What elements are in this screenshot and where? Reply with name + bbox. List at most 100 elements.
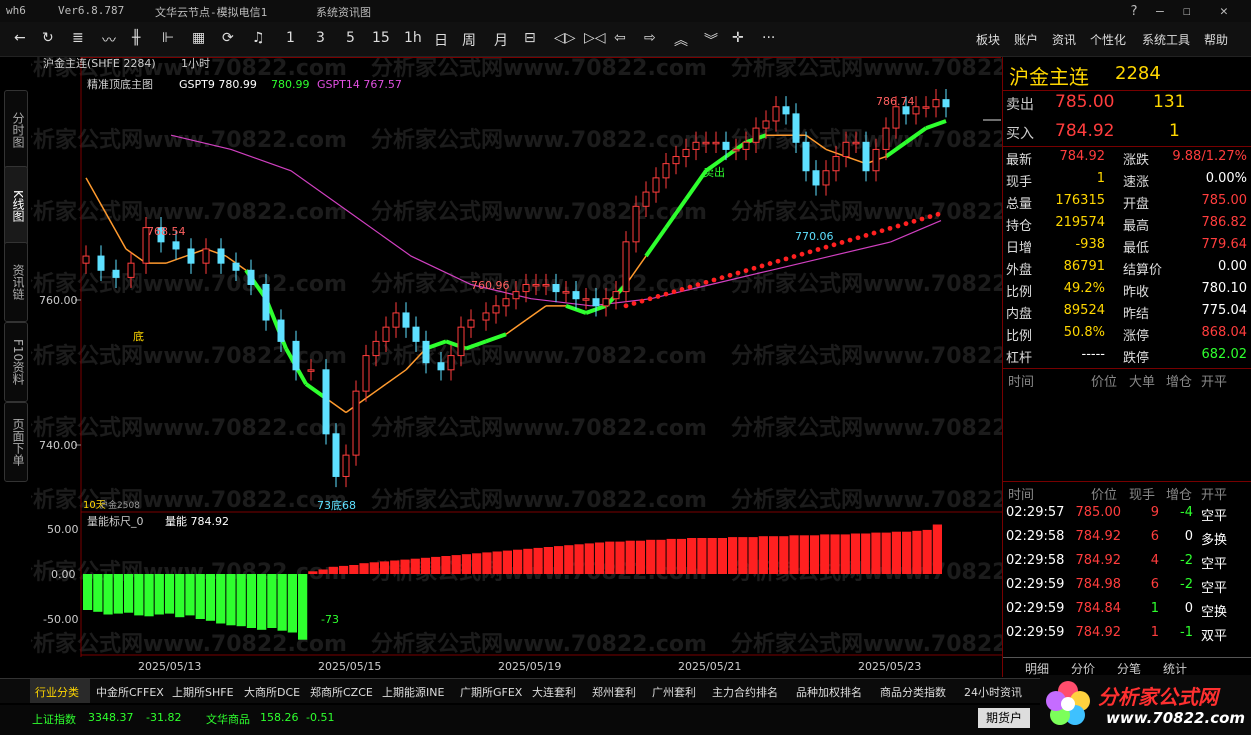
dot bbox=[775, 258, 781, 264]
cat-9[interactable]: 广州套利 bbox=[652, 684, 696, 700]
candle-body bbox=[742, 141, 750, 150]
candle-body bbox=[352, 390, 360, 456]
cat-0[interactable]: 行业分类 bbox=[35, 684, 79, 700]
more-icon[interactable]: ··· bbox=[762, 30, 775, 46]
kline-chart[interactable]: 分析家公式网www.70822.com 分析家公式网www.70822.com 分析… bbox=[11, 55, 1067, 657]
tick-cell: 6 bbox=[1150, 577, 1159, 592]
quote-label: 开盘 bbox=[1123, 197, 1150, 212]
left-arrow-icon[interactable]: ⇦ bbox=[614, 30, 626, 46]
tick-row[interactable]: 02:29:59 784.84 1 0 空换 bbox=[1003, 601, 1251, 623]
status-bar: 上证指数 3348.37 -31.82 文华商品 158.26 -0.51 期货… bbox=[0, 675, 1251, 735]
crosshair-icon[interactable]: ✛ bbox=[732, 30, 744, 46]
menu-news[interactable]: 资讯 bbox=[1052, 31, 1076, 48]
server-node[interactable]: 文华云节点-模拟电信1 bbox=[155, 4, 267, 20]
help-icon[interactable]: ? bbox=[1130, 4, 1138, 19]
dot bbox=[839, 240, 845, 245]
candle-body bbox=[322, 369, 330, 435]
volume-bar bbox=[809, 535, 820, 574]
futures-account-button[interactable]: 期货户 bbox=[978, 708, 1030, 728]
price-tick-740: 740.00 bbox=[39, 439, 78, 452]
tick-cell: 1 bbox=[1150, 601, 1159, 616]
cat-1[interactable]: 中金所CFFEX bbox=[96, 684, 164, 700]
candle-body bbox=[502, 298, 510, 307]
menu-help[interactable]: 帮助 bbox=[1204, 31, 1228, 48]
cat-12[interactable]: 商品分类指数 bbox=[880, 684, 946, 700]
tab-news[interactable]: 资讯链 bbox=[4, 242, 28, 322]
line-chart-icon[interactable]: 〰 bbox=[102, 30, 116, 50]
minimize-icon[interactable]: — bbox=[1156, 4, 1164, 19]
maximize-icon[interactable]: ☐ bbox=[1183, 4, 1191, 19]
tick-cell: 多换 bbox=[1201, 533, 1228, 548]
tick-cell: 双平 bbox=[1201, 629, 1228, 644]
title-bar: wh6 Ver6.8.787 文华云节点-模拟电信1 系统资讯图 ? — ☐ ✕ bbox=[0, 0, 1251, 22]
news-link[interactable]: 系统资讯图 bbox=[316, 4, 371, 20]
close-icon[interactable]: ✕ bbox=[1220, 4, 1228, 19]
tick-row[interactable]: 02:29:57 785.00 9 -4 空平 bbox=[1003, 505, 1251, 527]
period-1[interactable]: 1 bbox=[286, 30, 295, 46]
candle-body bbox=[307, 369, 315, 372]
quote-value: 779.64 bbox=[1201, 237, 1248, 252]
bell-icon[interactable]: ♫ bbox=[252, 30, 265, 46]
dot bbox=[727, 272, 733, 278]
left-tabs: 分时图 K线图 资讯链 F10资料 页面下单 bbox=[0, 60, 30, 615]
menu-account[interactable]: 账户 bbox=[1014, 31, 1038, 48]
bar-icon[interactable]: ⊩ bbox=[162, 30, 174, 46]
tab-f10[interactable]: F10资料 bbox=[4, 322, 28, 402]
tick-cell: 1 bbox=[1150, 625, 1159, 640]
list-icon[interactable]: ≣ bbox=[72, 30, 84, 46]
back-icon[interactable]: ← bbox=[14, 30, 26, 46]
menu-sector[interactable]: 板块 bbox=[976, 31, 1000, 48]
indicator-name[interactable]: 精准顶底主图 bbox=[87, 77, 153, 91]
period-15[interactable]: 15 bbox=[372, 30, 390, 46]
up-icon[interactable]: ︽ bbox=[674, 30, 688, 50]
expand-icon[interactable]: ◁▷ bbox=[554, 30, 576, 46]
cat-13[interactable]: 24小时资讯 bbox=[964, 684, 1022, 700]
volume-bar bbox=[185, 574, 195, 616]
kline-icon[interactable]: ╫ bbox=[132, 30, 140, 46]
cat-4[interactable]: 郑商所CZCE bbox=[310, 684, 373, 700]
cat-3[interactable]: 大商所DCE bbox=[244, 684, 300, 700]
cat-8[interactable]: 郑州套利 bbox=[592, 684, 636, 700]
calendar-icon[interactable]: ⊟ bbox=[524, 30, 536, 46]
sub-indicator-name[interactable]: 量能标尺_0 bbox=[87, 514, 144, 528]
tick-cell: 6 bbox=[1150, 529, 1159, 544]
period-week[interactable]: 周 bbox=[462, 30, 476, 50]
tab-kline[interactable]: K线图 bbox=[4, 166, 28, 246]
tab-order[interactable]: 页面下单 bbox=[4, 402, 28, 482]
cat-11[interactable]: 品种加权排名 bbox=[796, 684, 862, 700]
index1-name[interactable]: 上证指数 bbox=[32, 711, 76, 727]
refresh-icon[interactable]: ↻ bbox=[42, 30, 54, 46]
volume-bar bbox=[83, 574, 93, 610]
cat-10[interactable]: 主力合约排名 bbox=[712, 684, 778, 700]
right-arrow-icon[interactable]: ⇨ bbox=[644, 30, 656, 46]
shrink-icon[interactable]: ▷◁ bbox=[584, 30, 606, 46]
tab-timeshare[interactable]: 分时图 bbox=[4, 90, 28, 170]
contract-label[interactable]: 沪金主连(SHFE 2284) bbox=[43, 56, 156, 70]
period-5[interactable]: 5 bbox=[346, 30, 355, 46]
period-select[interactable]: 1小时 bbox=[181, 57, 210, 70]
tick-cell: 0 bbox=[1184, 601, 1193, 616]
cat-5[interactable]: 上期能源INE bbox=[382, 684, 444, 700]
cat-2[interactable]: 上期所SHFE bbox=[172, 684, 234, 700]
tick-row[interactable]: 02:29:59 784.98 6 -2 空平 bbox=[1003, 577, 1251, 599]
tick-row[interactable]: 02:29:58 784.92 4 -2 空平 bbox=[1003, 553, 1251, 575]
cat-6[interactable]: 广期所GFEX bbox=[460, 684, 522, 700]
cycle-icon[interactable]: ⟳ bbox=[222, 30, 234, 46]
buy-price[interactable]: 784.92 bbox=[1055, 121, 1114, 141]
menu-personal[interactable]: 个性化 bbox=[1090, 31, 1126, 48]
menu-tools[interactable]: 系统工具 bbox=[1142, 31, 1190, 48]
volume-bar bbox=[287, 574, 297, 633]
tick-row[interactable]: 02:29:58 784.92 6 0 多换 bbox=[1003, 529, 1251, 551]
cat-7[interactable]: 大连套利 bbox=[532, 684, 576, 700]
period-day[interactable]: 日 bbox=[434, 30, 448, 50]
grid-icon[interactable]: ▦ bbox=[192, 30, 205, 46]
tick-row[interactable]: 02:29:59 784.92 1 -1 双平 bbox=[1003, 625, 1251, 647]
period-3[interactable]: 3 bbox=[316, 30, 325, 46]
down-icon[interactable]: ︾ bbox=[704, 30, 718, 50]
chart-area[interactable]: 分析家公式网www.70822.com 分析家公式网www.70822.com 分析… bbox=[11, 55, 1067, 673]
index2-name[interactable]: 文华商品 bbox=[206, 711, 250, 727]
period-month[interactable]: 月 bbox=[494, 30, 508, 50]
watermark-text: 分析家公式网www.70822.com bbox=[31, 343, 347, 369]
period-1h[interactable]: 1h bbox=[404, 30, 422, 46]
sell-price[interactable]: 785.00 bbox=[1055, 92, 1114, 112]
